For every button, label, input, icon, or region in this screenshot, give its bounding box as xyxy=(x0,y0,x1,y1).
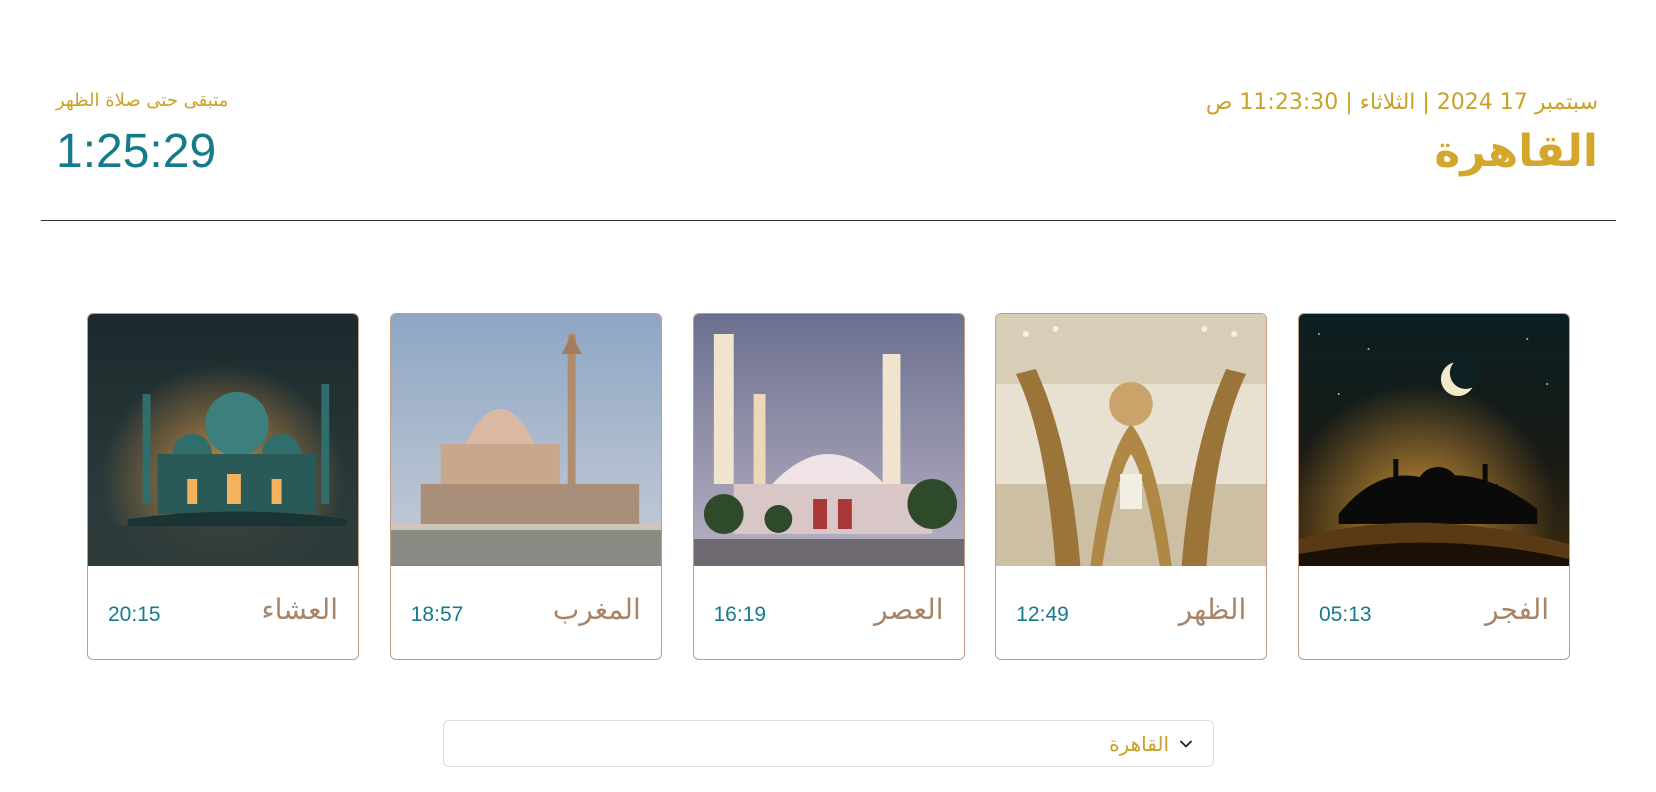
prayer-cards: 05:13 الفجر 12:49 الظهر 16:19 العصر 18:5… xyxy=(87,313,1570,660)
prayer-time: 20:15 xyxy=(108,603,161,626)
prayer-name: الفجر xyxy=(1485,592,1549,626)
mosque-minarets-dusk-image xyxy=(693,314,964,566)
remaining-label: متبقى حتى صلاة الظهر xyxy=(56,90,229,111)
prayer-name: العصر xyxy=(873,592,944,626)
location-block: سبتمبر 17 2024 | الثلاثاء | 11:23:30 ص ا… xyxy=(1206,88,1598,180)
city-select-value: القاهرة xyxy=(1109,731,1169,756)
countdown-timer: 1:25:29 xyxy=(56,125,217,178)
header-divider xyxy=(41,220,1616,221)
prayer-card-footer: 16:19 العصر xyxy=(694,565,964,659)
city-select[interactable]: القاهرة xyxy=(443,720,1214,767)
prayer-card-isha: 20:15 العشاء xyxy=(87,313,359,660)
header: سبتمبر 17 2024 | الثلاثاء | 11:23:30 ص ا… xyxy=(0,0,1656,222)
chevron-down-icon xyxy=(1180,740,1192,747)
prayer-time: 18:57 xyxy=(410,603,464,626)
prayer-name: العشاء xyxy=(261,592,339,626)
prayer-card-asr: 16:19 العصر xyxy=(692,313,965,660)
prayer-card-footer: 05:13 الفجر xyxy=(1299,565,1569,659)
illuminated-mosque-image xyxy=(88,314,358,566)
prayer-card-footer: 18:57 المغرب xyxy=(391,565,661,659)
prayer-time: 05:13 xyxy=(1319,603,1372,626)
city-title: القاهرة xyxy=(1434,126,1598,177)
prayer-name: الظهر xyxy=(1178,592,1247,626)
prayer-card-fajr: 05:13 الفجر xyxy=(1298,313,1570,660)
mosque-interior-image xyxy=(996,314,1267,566)
countdown-block: متبقى حتى صلاة الظهر 1:25:29 xyxy=(56,88,228,182)
prayer-card-dhuhr: 12:49 الظهر xyxy=(995,313,1268,660)
current-datetime: سبتمبر 17 2024 | الثلاثاء | 11:23:30 ص xyxy=(1205,90,1598,115)
prayer-time: 12:49 xyxy=(1016,603,1069,626)
mosque-waterfront-image xyxy=(390,314,661,566)
prayer-name: المغرب xyxy=(552,592,641,626)
prayer-card-footer: 20:15 العشاء xyxy=(88,565,358,659)
crescent-night-mosque-image xyxy=(1299,314,1569,566)
prayer-time: 16:19 xyxy=(713,603,767,626)
prayer-card-maghrib: 18:57 المغرب xyxy=(389,313,662,660)
prayer-card-footer: 12:49 الظهر xyxy=(996,565,1266,659)
city-select-inner: القاهرة xyxy=(1109,721,1193,766)
